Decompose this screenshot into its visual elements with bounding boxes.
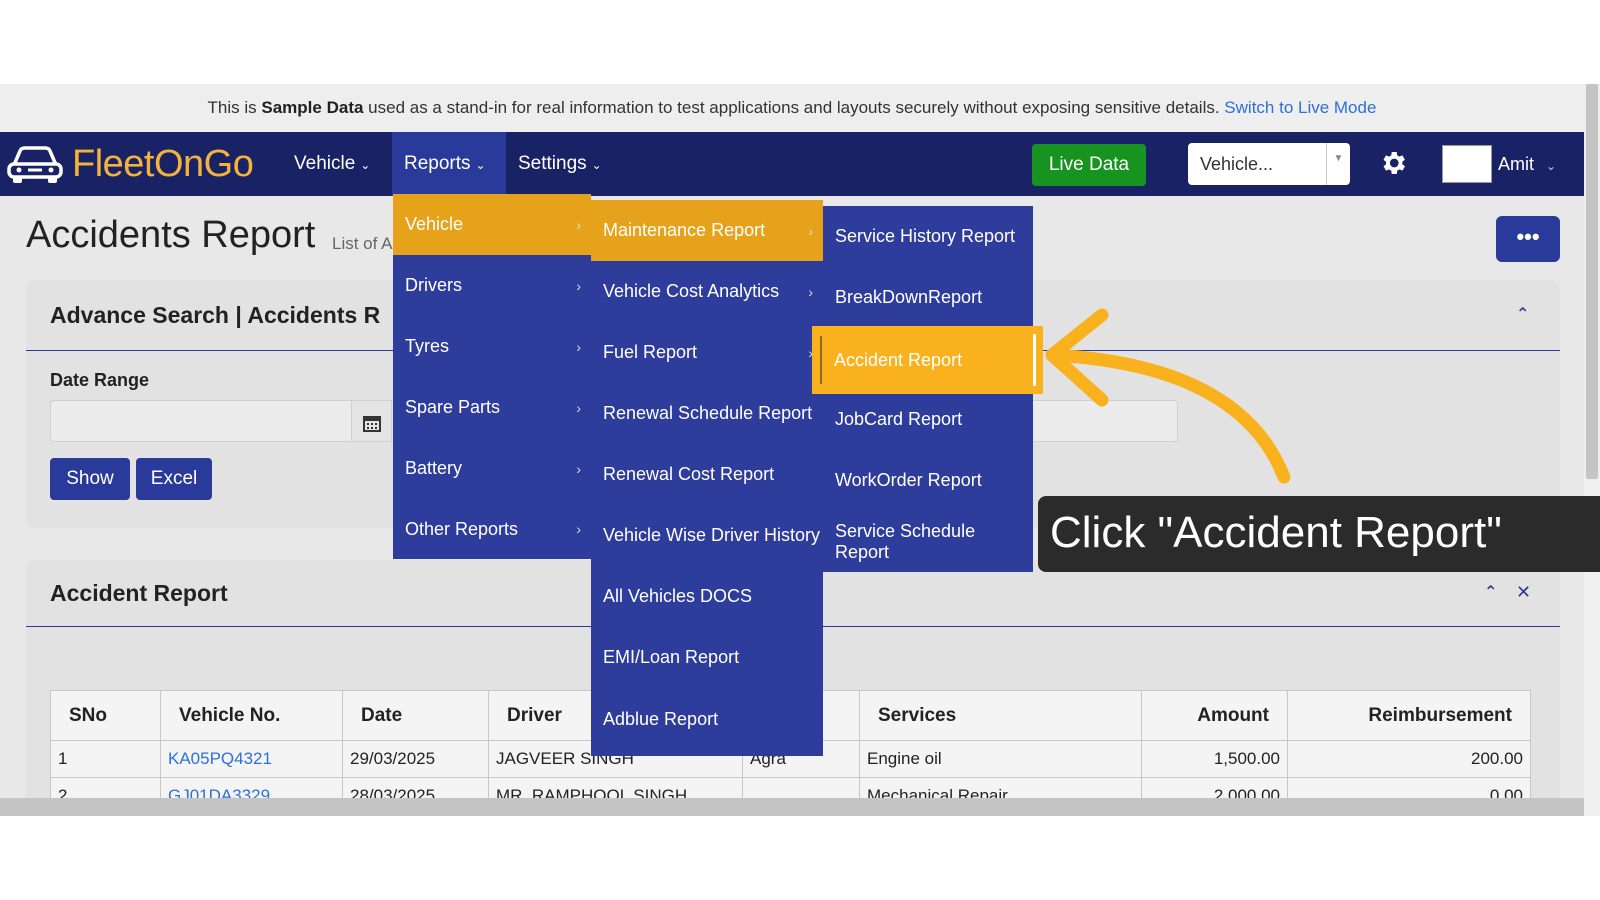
menu-item-all-vehicles-docs[interactable]: All Vehicles DOCS — [591, 566, 823, 627]
logo-text: FleetOnGo — [72, 142, 254, 185]
page-subtitle: List of A — [332, 234, 393, 253]
column-header-amount[interactable]: Amount — [1141, 690, 1288, 741]
vehicle-submenu: Maintenance Report › Vehicle Cost Analyti… — [591, 200, 823, 756]
browser-viewport: This is Sample Data used as a stand-in f… — [0, 84, 1600, 816]
sample-data-banner: This is Sample Data used as a stand-in f… — [0, 84, 1584, 132]
column-header-vehicle[interactable]: Vehicle No. — [160, 690, 343, 741]
menu-item-vehicle-wise-driver-history[interactable]: Vehicle Wise Driver History — [591, 505, 823, 566]
date-range-input[interactable] — [50, 400, 352, 442]
gear-icon[interactable] — [1378, 148, 1408, 178]
nav-reports[interactable]: Reports ⌄ — [392, 132, 506, 196]
menu-item-adblue-report[interactable]: Adblue Report — [591, 688, 823, 750]
search-card-title: Advance Search | Accidents R — [50, 302, 381, 328]
column-header-services[interactable]: Services — [859, 690, 1142, 741]
chevron-down-icon: ⌄ — [475, 158, 486, 172]
horizontal-scrollbar[interactable] — [0, 798, 1584, 816]
chevron-right-icon: › — [576, 277, 581, 294]
chevron-right-icon: › — [576, 399, 581, 416]
avatar[interactable] — [1442, 145, 1492, 183]
scrollbar-thumb[interactable] — [1586, 84, 1598, 479]
show-button[interactable]: Show — [50, 458, 130, 500]
chevron-right-icon: › — [808, 283, 813, 300]
menu-item-renewal-cost-report[interactable]: Renewal Cost Report — [591, 444, 823, 505]
chevron-right-icon: › — [576, 521, 581, 537]
cell-services: Engine oil — [859, 740, 1142, 778]
highlight-marker — [820, 336, 822, 384]
menu-item-tyres[interactable]: Tyres › — [393, 316, 591, 377]
cell-vehicle: KA05PQ4321 — [160, 740, 343, 778]
top-navbar: FleetOnGo Vehicle ⌄ Reports ⌄ Settings ⌄ Li… — [0, 132, 1584, 196]
instruction-callout: Click "Accident Report" — [1038, 496, 1600, 572]
menu-item-emi-loan-report[interactable]: EMI/Loan Report — [591, 627, 823, 688]
dropdown-arrow-icon: ▼ — [1326, 143, 1350, 185]
chevron-right-icon: › — [576, 460, 581, 477]
fleetongo-logo[interactable]: FleetOnGo — [6, 142, 254, 186]
report-card-title: Accident Report — [50, 580, 228, 606]
user-menu[interactable]: Amit ⌄ — [1498, 132, 1556, 196]
vehicle-select[interactable]: Vehicle... ▼ — [1188, 143, 1350, 185]
chevron-right-icon: › — [576, 338, 581, 355]
menu-item-jobcard-report[interactable]: JobCard Report — [823, 389, 1033, 450]
page-title: Accidents Report — [26, 214, 316, 256]
chevron-down-icon: ⌄ — [360, 158, 371, 172]
curved-arrow-icon — [1045, 308, 1291, 484]
chevron-right-icon: › — [808, 222, 813, 239]
menu-item-drivers[interactable]: Drivers › — [393, 255, 591, 316]
menu-item-breakdown-report[interactable]: BreakDownReport — [823, 267, 1033, 328]
menu-item-vehicle[interactable]: Vehicle › — [393, 194, 591, 255]
menu-item-renewal-schedule-report[interactable]: Renewal Schedule Report — [591, 383, 823, 444]
column-header-sno[interactable]: SNo — [50, 690, 161, 741]
menu-item-vehicle-cost-analytics[interactable]: Vehicle Cost Analytics › — [591, 261, 823, 322]
menu-item-battery[interactable]: Battery › — [393, 438, 591, 499]
highlight-edge — [1033, 334, 1036, 386]
nav-settings[interactable]: Settings ⌄ — [506, 132, 614, 196]
menu-item-other-reports[interactable]: Other Reports › — [393, 499, 591, 559]
cell-reimbursement: 200.00 — [1287, 740, 1531, 778]
menu-item-accident-report[interactable]: Accident Report — [812, 326, 1043, 394]
vehicle-link[interactable]: KA05PQ4321 — [168, 749, 272, 768]
cell-date: 29/03/2025 — [342, 740, 489, 778]
menu-item-maintenance-report[interactable]: Maintenance Report › — [591, 200, 823, 261]
column-header-reimbursement[interactable]: Reimbursement — [1287, 690, 1531, 741]
excel-button[interactable]: Excel — [136, 458, 212, 500]
collapse-icon[interactable]: ⌃ — [1516, 304, 1529, 324]
menu-item-service-schedule-report[interactable]: Service Schedule Report — [823, 511, 1033, 572]
chevron-right-icon: › — [576, 216, 581, 233]
switch-live-mode-link[interactable]: Switch to Live Mode — [1224, 98, 1376, 117]
nav-vehicle[interactable]: Vehicle ⌄ — [282, 132, 382, 196]
more-options-button[interactable]: ••• — [1496, 216, 1560, 262]
chevron-down-icon: ⌄ — [1546, 159, 1557, 173]
car-icon — [7, 146, 63, 183]
vertical-scrollbar[interactable] — [1584, 84, 1600, 816]
menu-item-workorder-report[interactable]: WorkOrder Report — [823, 450, 1033, 511]
column-header-date[interactable]: Date — [342, 690, 489, 741]
calendar-icon[interactable] — [352, 400, 392, 442]
live-data-button[interactable]: Live Data — [1032, 144, 1146, 186]
menu-item-fuel-report[interactable]: Fuel Report › — [591, 322, 823, 383]
date-range-label: Date Range — [50, 370, 150, 390]
close-icon[interactable]: ✕ — [1516, 582, 1531, 603]
chevron-down-icon: ⌄ — [591, 158, 602, 172]
menu-item-spare-parts[interactable]: Spare Parts › — [393, 377, 591, 438]
collapse-icon[interactable]: ⌃ — [1484, 582, 1497, 602]
cell-sno: 1 — [50, 740, 161, 778]
menu-item-service-history-report[interactable]: Service History Report — [823, 206, 1033, 267]
cell-amount: 1,500.00 — [1141, 740, 1288, 778]
reports-dropdown-menu: Vehicle › Drivers › Tyres › Spare Parts › Ba… — [393, 194, 591, 559]
